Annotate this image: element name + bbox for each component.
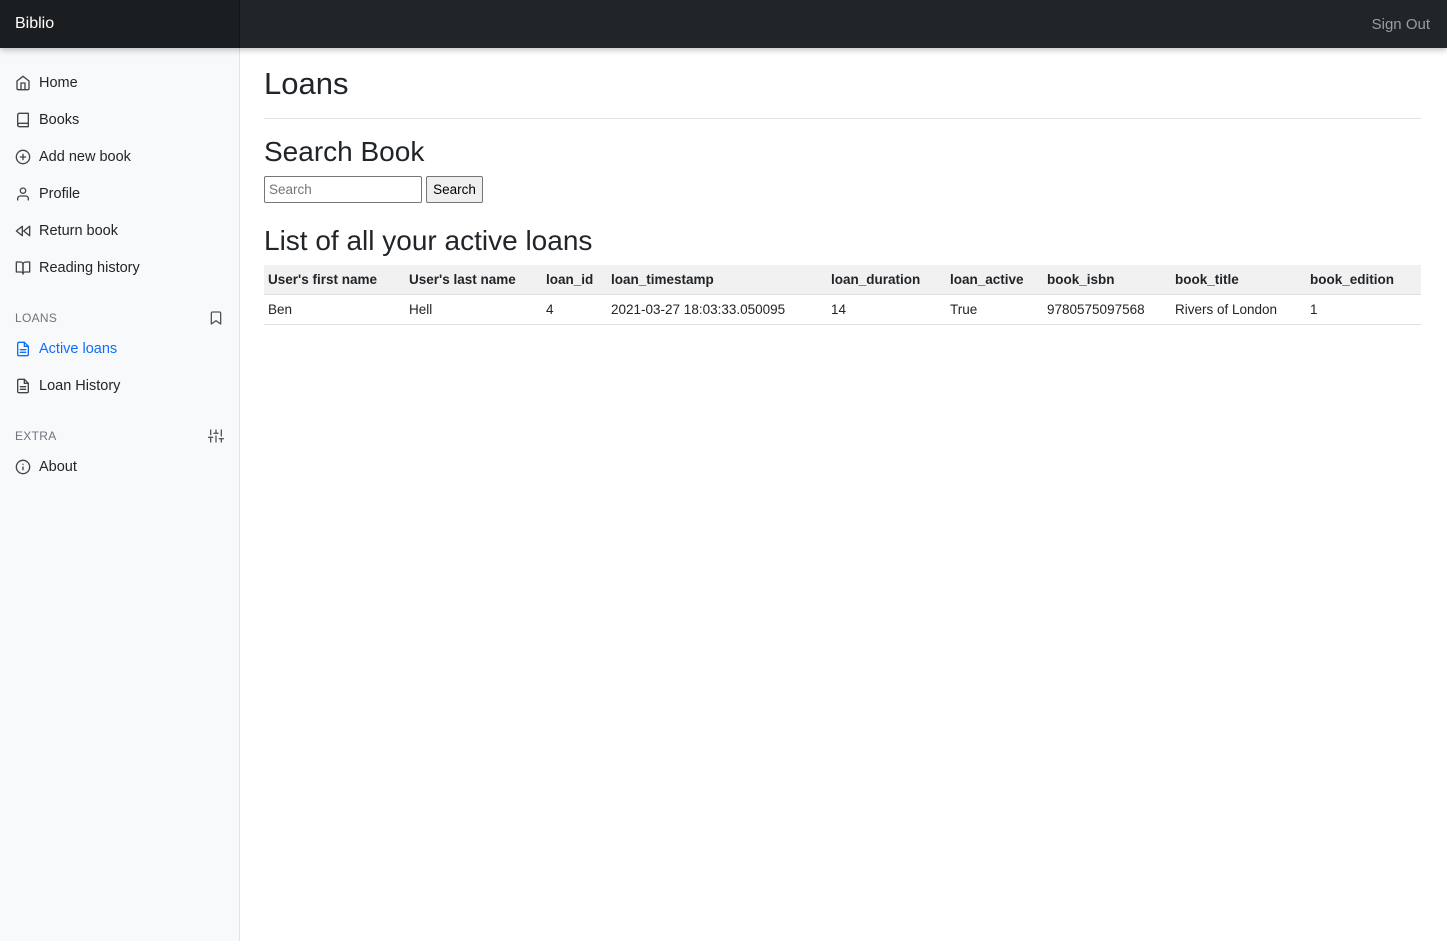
column-header: book_edition bbox=[1306, 265, 1421, 295]
sidebar-item-label: Home bbox=[39, 75, 78, 91]
sidebar-item-label: Profile bbox=[39, 186, 81, 202]
rewind-icon bbox=[15, 223, 31, 239]
sign-out-link[interactable]: Sign Out bbox=[1372, 16, 1430, 33]
sidebar-item-label: Add new book bbox=[39, 149, 131, 165]
file-text-icon bbox=[15, 341, 31, 357]
table-row: Ben Hell 4 2021-03-27 18:03:33.050095 14… bbox=[264, 294, 1421, 325]
top-navbar: Biblio Sign Out bbox=[0, 0, 1447, 48]
sidebar-item-loan-history[interactable]: Loan History bbox=[15, 374, 120, 398]
column-header: User's last name bbox=[405, 265, 542, 295]
table-header-row: User's first name User's last name loan_… bbox=[264, 265, 1421, 295]
extra-section-title: EXTRA bbox=[15, 429, 57, 443]
bookmark-icon[interactable] bbox=[208, 310, 224, 326]
search-input[interactable] bbox=[264, 176, 422, 203]
active-loans-heading: List of all your active loans bbox=[264, 225, 593, 256]
table-cell: Ben bbox=[264, 294, 405, 325]
sidebar-item-active-loans[interactable]: Active loans bbox=[15, 337, 117, 361]
sidebar-item-label: Loan History bbox=[39, 378, 121, 394]
table-cell: 14 bbox=[827, 294, 946, 325]
column-header: loan_duration bbox=[827, 265, 946, 295]
sidebar-item-label: Active loans bbox=[39, 341, 118, 357]
table-cell: 2021-03-27 18:03:33.050095 bbox=[607, 294, 827, 325]
sidebar-item-about[interactable]: About bbox=[15, 455, 77, 479]
column-header: loan_active bbox=[946, 265, 1043, 295]
table-cell: Hell bbox=[405, 294, 542, 325]
column-header: loan_timestamp bbox=[607, 265, 827, 295]
table-cell: 4 bbox=[542, 294, 607, 325]
title-divider bbox=[264, 118, 1421, 119]
page-title: Loans bbox=[264, 66, 349, 101]
sidebar-item-books[interactable]: Books bbox=[15, 108, 79, 132]
table-cell: 9780575097568 bbox=[1043, 294, 1171, 325]
info-icon bbox=[15, 459, 31, 475]
sidebar-item-profile[interactable]: Profile bbox=[15, 182, 80, 206]
column-header: book_title bbox=[1171, 265, 1306, 295]
sidebar-item-home[interactable]: Home bbox=[15, 71, 78, 95]
column-header: loan_id bbox=[542, 265, 607, 295]
sidebar-item-label: Reading history bbox=[39, 260, 140, 276]
file-text-icon bbox=[15, 378, 31, 394]
sidebar: Home Books Add new book Profile Return b… bbox=[0, 48, 240, 941]
table-cell: 1 bbox=[1306, 294, 1421, 325]
search-button[interactable]: Search bbox=[426, 176, 483, 203]
book-icon bbox=[15, 112, 31, 128]
sidebar-item-label: Books bbox=[39, 112, 80, 128]
column-header: User's first name bbox=[264, 265, 405, 295]
sidebar-item-add-new-book[interactable]: Add new book bbox=[15, 145, 131, 169]
plus-circle-icon bbox=[15, 149, 31, 165]
user-icon bbox=[15, 186, 31, 202]
sliders-icon[interactable] bbox=[208, 428, 224, 444]
loans-section-title: LOANS bbox=[15, 311, 58, 325]
sidebar-item-label: About bbox=[39, 459, 77, 475]
table-cell: True bbox=[946, 294, 1043, 325]
sidebar-item-label: Return book bbox=[39, 223, 118, 239]
extra-section-header: EXTRA bbox=[15, 427, 224, 445]
table-cell: Rivers of London bbox=[1171, 294, 1306, 325]
loans-section-header: LOANS bbox=[15, 309, 224, 327]
home-icon bbox=[15, 75, 31, 91]
search-heading: Search Book bbox=[264, 136, 425, 167]
brand-name[interactable]: Biblio bbox=[0, 0, 240, 48]
sidebar-item-reading-history[interactable]: Reading history bbox=[15, 256, 140, 280]
active-loans-table: User's first name User's last name loan_… bbox=[264, 265, 1421, 325]
sidebar-item-return-book[interactable]: Return book bbox=[15, 219, 118, 243]
book-open-icon bbox=[15, 260, 31, 276]
column-header: book_isbn bbox=[1043, 265, 1171, 295]
